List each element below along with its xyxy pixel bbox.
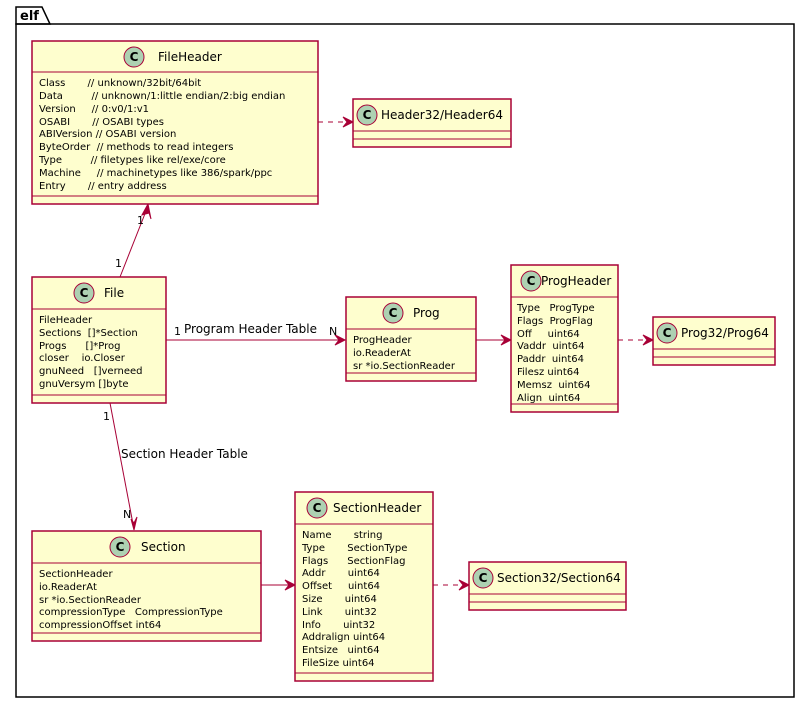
field: Data // unknown/1:little endian/2:big en…	[39, 91, 285, 102]
field: OSABI // OSABI types	[39, 117, 164, 128]
package-name: elf	[20, 9, 39, 24]
field: ABIVersion // OSABI version	[39, 129, 176, 140]
field: Type SectionType	[301, 543, 407, 554]
mult-prog: N	[329, 325, 337, 338]
class-name: Section	[141, 540, 186, 554]
mult-section: N	[123, 508, 131, 521]
field: Link uint32	[302, 607, 377, 618]
field: Name string	[302, 530, 382, 541]
field: Type // filetypes like rel/exe/core	[38, 155, 226, 166]
field: Class // unknown/32bit/64bit	[39, 78, 201, 89]
relation-section-sectionheader	[261, 579, 297, 591]
class-glyph: C	[479, 571, 488, 585]
field: Entry // entry address	[39, 181, 167, 192]
field: Type ProgType	[516, 303, 595, 314]
field: SectionHeader	[39, 569, 113, 580]
field: Off uint64	[517, 329, 580, 340]
field: Addralign uint64	[302, 632, 385, 643]
class-name: Prog32/Prog64	[681, 326, 769, 340]
class-sectionheader: C SectionHeader Name string Type Section…	[294, 491, 434, 682]
class-prog: C Prog ProgHeader io.ReaderAt sr *io.Sec…	[345, 296, 477, 382]
class-name: FileHeader	[158, 50, 222, 64]
relation-fileheader-header32	[318, 116, 355, 128]
class-glyph: C	[363, 108, 372, 122]
mult-file-bottom: 1	[103, 410, 110, 423]
relation-sectionheader-section32	[433, 579, 471, 591]
class-file: C File FileHeader Sections []*Section Pr…	[31, 276, 167, 404]
class-name: Prog	[413, 306, 440, 320]
field: Version // 0:v0/1:v1	[39, 104, 149, 115]
field: Progs []*Prog	[39, 341, 121, 352]
class-prog32-prog64: C Prog32/Prog64	[652, 316, 776, 366]
uml-class-diagram: elf 1 1 Program Header Table 1 N Section…	[15, 6, 795, 698]
field: Flags SectionFlag	[302, 556, 405, 567]
class-glyph: C	[80, 286, 89, 300]
field: compressionType CompressionType	[39, 607, 223, 618]
label-section-header-table: Section Header Table	[121, 447, 248, 461]
arrow-head	[642, 334, 655, 346]
mult-file-right: 1	[174, 325, 181, 338]
class-name: SectionHeader	[333, 501, 421, 515]
class-progheader: C ProgHeader Type ProgType Flags ProgFla…	[510, 264, 619, 413]
arrow-head	[342, 116, 355, 128]
field: io.ReaderAt	[353, 348, 411, 359]
field: Size uint64	[302, 594, 377, 605]
field: Vaddr uint64	[517, 341, 584, 352]
class-section32-section64: C Section32/Section64	[468, 561, 627, 611]
field: ByteOrder // methods to read integers	[39, 142, 233, 153]
field: Info uint32	[302, 620, 375, 631]
field: Flags ProgFlag	[517, 316, 593, 327]
field: FileHeader	[39, 315, 93, 326]
class-header32-header64: C Header32/Header64	[352, 98, 512, 148]
field: sr *io.SectionReader	[39, 595, 142, 606]
field: Entsize uint64	[302, 645, 380, 656]
field: sr *io.SectionReader	[353, 361, 456, 372]
class-fileheader: C FileHeader Class // unknown/32bit/64bi…	[31, 40, 319, 205]
field: gnuVersym []byte	[39, 379, 129, 390]
field: io.ReaderAt	[39, 582, 97, 593]
relation-file-section: Section Header Table 1 N	[103, 402, 248, 531]
label-program-header-table: Program Header Table	[184, 322, 317, 336]
class-glyph: C	[389, 306, 398, 320]
class-glyph: C	[663, 326, 672, 340]
field: gnuNeed []verneed	[39, 366, 143, 377]
class-name: Header32/Header64	[381, 108, 503, 122]
field: compressionOffset int64	[39, 620, 161, 631]
relation-file-fileheader: 1 1	[115, 202, 152, 278]
field: Addr uint64	[302, 568, 380, 579]
field: Filesz uint64	[517, 367, 579, 378]
field: Machine // machinetypes like 386/spark/p…	[39, 168, 272, 179]
arrow-head	[458, 579, 471, 591]
class-glyph: C	[130, 50, 139, 64]
class-name: File	[104, 286, 124, 300]
class-glyph: C	[527, 274, 536, 288]
field: Memsz uint64	[517, 380, 590, 391]
relation-prog-progheader	[476, 334, 513, 346]
field: FileSize uint64	[302, 658, 375, 669]
mult-file-top: 1	[115, 257, 122, 270]
field: Align uint64	[517, 393, 581, 404]
field: closer io.Closer	[39, 353, 126, 364]
class-glyph: C	[313, 501, 322, 515]
class-name: Section32/Section64	[497, 571, 621, 585]
field: ProgHeader	[353, 335, 413, 346]
field: Offset uint64	[302, 581, 380, 592]
relation-file-prog: Program Header Table 1 N	[166, 322, 347, 346]
class-glyph: C	[116, 540, 125, 554]
mult-fileheader: 1	[137, 214, 144, 227]
field: Paddr uint64	[517, 354, 584, 365]
relation-progheader-prog32	[618, 334, 655, 346]
class-section: C Section SectionHeader io.ReaderAt sr *…	[31, 530, 262, 642]
class-name: ProgHeader	[541, 274, 611, 288]
field: Sections []*Section	[39, 328, 138, 339]
